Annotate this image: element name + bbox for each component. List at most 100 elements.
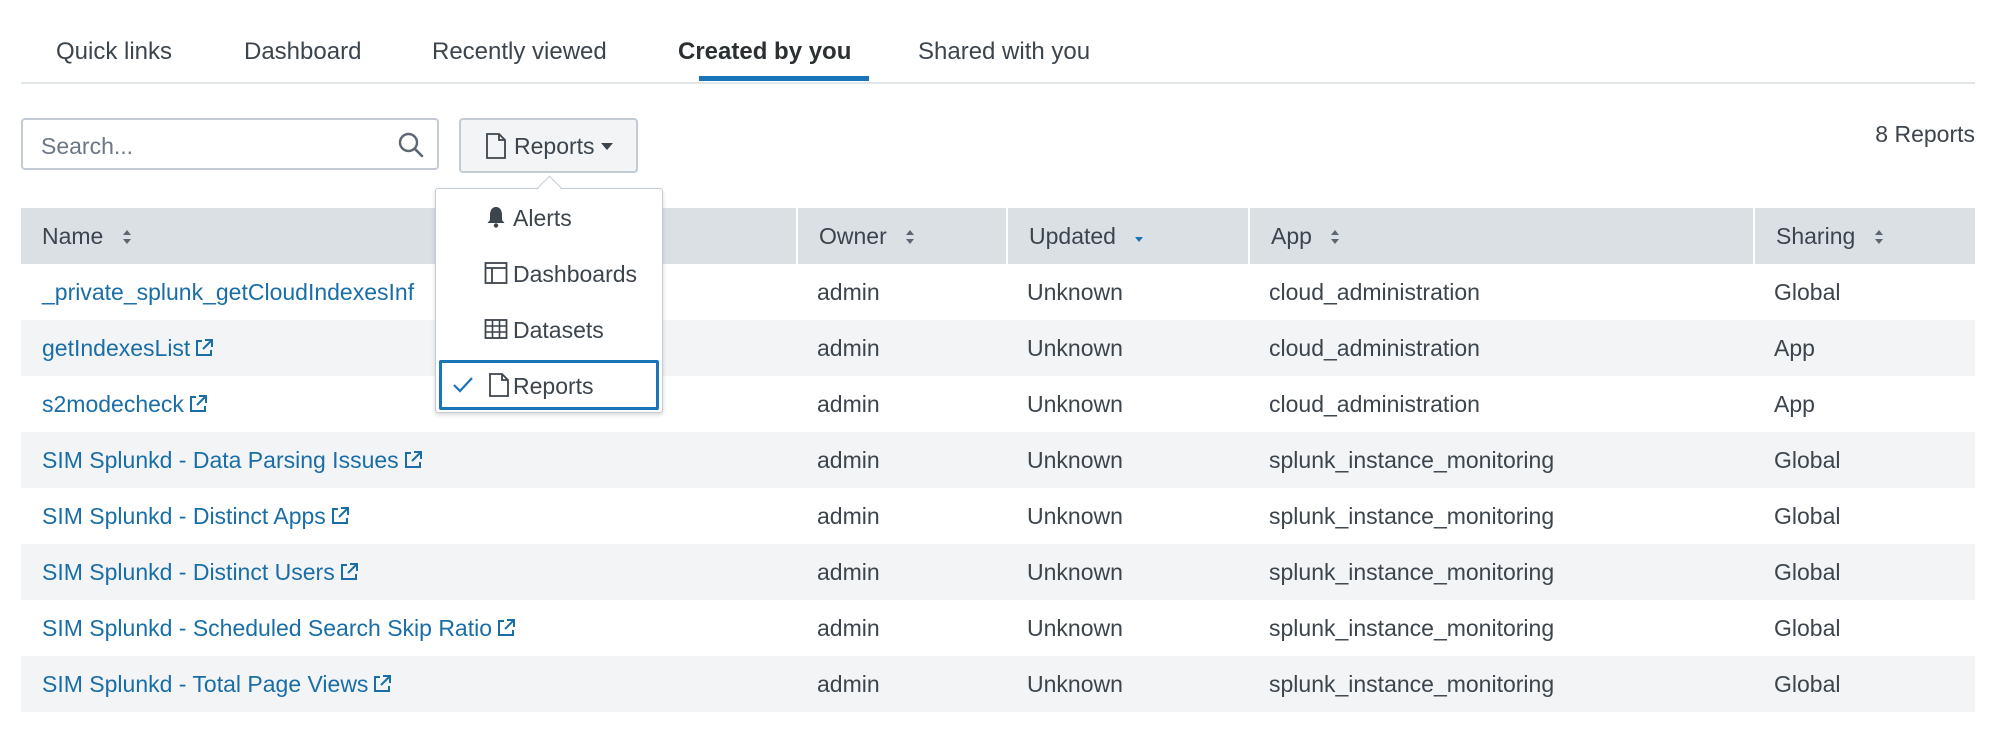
sharing-cell: Global xyxy=(1774,615,1841,641)
updated-cell: Unknown xyxy=(1027,335,1123,361)
sort-desc-icon xyxy=(1135,237,1144,242)
dropdown-item-label: Alerts xyxy=(513,205,572,231)
sharing-cell: App xyxy=(1774,391,1815,417)
report-link[interactable]: SIM Splunkd - Scheduled Search Skip Rati… xyxy=(42,615,492,641)
sort-icon xyxy=(1874,230,1883,244)
updated-cell: Unknown xyxy=(1027,447,1123,473)
owner-cell: admin xyxy=(817,559,880,585)
document-icon xyxy=(486,133,506,159)
tab-shared-with-you[interactable]: Shared with you xyxy=(918,38,1090,66)
column-header-label: Owner xyxy=(819,223,887,249)
app-cell: splunk_instance_monitoring xyxy=(1269,671,1555,697)
report-link[interactable]: s2modecheck xyxy=(42,391,184,417)
table-header: Name Owner Updated App Sharing xyxy=(21,208,1975,264)
report-link[interactable]: SIM Splunkd - Distinct Apps xyxy=(42,503,326,529)
sharing-cell: Global xyxy=(1774,279,1841,305)
dropdown-item-reports[interactable]: Reports xyxy=(439,360,659,410)
updated-cell: Unknown xyxy=(1027,391,1123,417)
owner-cell: admin xyxy=(817,503,880,529)
dropdown-item-alerts[interactable]: Alerts xyxy=(436,192,662,242)
table-row: SIM Splunkd - Data Parsing Issues admin … xyxy=(21,432,1975,488)
tab-bar: Quick links Dashboard Recently viewed Cr… xyxy=(21,0,1975,84)
app-cell: cloud_administration xyxy=(1269,279,1480,305)
owner-cell: admin xyxy=(817,615,880,641)
reports-table: Name Owner Updated App Sharing _private_… xyxy=(21,208,1975,712)
column-header-label: Sharing xyxy=(1776,223,1856,249)
sharing-cell: Global xyxy=(1774,503,1841,529)
dropdown-item-dashboards[interactable]: Dashboards xyxy=(436,248,662,298)
tab-recently-viewed[interactable]: Recently viewed xyxy=(432,38,607,66)
checkmark-icon xyxy=(453,377,473,393)
report-link[interactable]: getIndexesList xyxy=(42,335,190,361)
column-header-label: Updated xyxy=(1029,223,1116,249)
dropdown-item-label: Reports xyxy=(513,373,594,399)
table-row: SIM Splunkd - Distinct Users admin Unkno… xyxy=(21,544,1975,600)
external-link-icon[interactable] xyxy=(188,394,208,414)
column-header-sharing[interactable]: Sharing xyxy=(1753,208,1975,264)
search-box xyxy=(21,118,439,170)
updated-cell: Unknown xyxy=(1027,503,1123,529)
table-row: _private_splunk_getCloudIndexesInf admin… xyxy=(21,264,1975,320)
owner-cell: admin xyxy=(817,447,880,473)
external-link-icon[interactable] xyxy=(372,674,392,694)
external-link-icon[interactable] xyxy=(403,450,423,470)
active-tab-indicator xyxy=(699,76,869,81)
tab-dashboard[interactable]: Dashboard xyxy=(244,38,361,66)
report-link[interactable]: SIM Splunkd - Total Page Views xyxy=(42,671,368,697)
table-row: s2modecheck admin Unknown cloud_administ… xyxy=(21,376,1975,432)
updated-cell: Unknown xyxy=(1027,279,1123,305)
sharing-cell: Global xyxy=(1774,671,1841,697)
app-cell: splunk_instance_monitoring xyxy=(1269,503,1555,529)
document-icon xyxy=(489,373,509,397)
app-cell: splunk_instance_monitoring xyxy=(1269,615,1555,641)
report-link[interactable]: SIM Splunkd - Data Parsing Issues xyxy=(42,447,399,473)
type-filter-label: Reports xyxy=(514,133,595,159)
sort-icon xyxy=(122,230,131,244)
table-row: getIndexesList admin Unknown cloud_admin… xyxy=(21,320,1975,376)
app-cell: splunk_instance_monitoring xyxy=(1269,447,1555,473)
table-row: SIM Splunkd - Distinct Apps admin Unknow… xyxy=(21,488,1975,544)
column-header-app[interactable]: App xyxy=(1248,208,1753,264)
table-row: SIM Splunkd - Total Page Views admin Unk… xyxy=(21,656,1975,712)
dropdown-item-label: Datasets xyxy=(513,317,604,343)
external-link-icon[interactable] xyxy=(339,562,359,582)
dropdown-item-label: Dashboards xyxy=(513,261,638,287)
external-link-icon[interactable] xyxy=(496,618,516,638)
tab-created-by-you[interactable]: Created by you xyxy=(678,38,851,66)
updated-cell: Unknown xyxy=(1027,559,1123,585)
column-header-label: Name xyxy=(42,223,104,249)
sharing-cell: Global xyxy=(1774,559,1841,585)
report-link[interactable]: _private_splunk_getCloudIndexesInf xyxy=(42,279,414,305)
report-link[interactable]: SIM Splunkd - Distinct Users xyxy=(42,559,335,585)
column-header-label: App xyxy=(1271,223,1312,249)
owner-cell: admin xyxy=(817,279,880,305)
type-filter-button[interactable]: Reports xyxy=(459,118,638,173)
search-input[interactable] xyxy=(39,130,383,162)
updated-cell: Unknown xyxy=(1027,615,1123,641)
sort-icon xyxy=(1331,230,1340,244)
bell-icon xyxy=(487,207,505,228)
app-cell: cloud_administration xyxy=(1269,391,1480,417)
sort-icon xyxy=(906,230,915,244)
updated-cell: Unknown xyxy=(1027,671,1123,697)
sharing-cell: Global xyxy=(1774,447,1841,473)
search-icon[interactable] xyxy=(397,131,425,159)
owner-cell: admin xyxy=(817,335,880,361)
dropdown-item-datasets[interactable]: Datasets xyxy=(436,304,662,354)
table-row: SIM Splunkd - Scheduled Search Skip Rati… xyxy=(21,600,1975,656)
result-count: 8 Reports xyxy=(1875,121,1975,147)
owner-cell: admin xyxy=(817,391,880,417)
app-cell: cloud_administration xyxy=(1269,335,1480,361)
column-header-owner[interactable]: Owner xyxy=(796,208,1006,264)
column-header-name[interactable]: Name xyxy=(21,208,796,264)
sharing-cell: App xyxy=(1774,335,1815,361)
column-header-updated[interactable]: Updated xyxy=(1006,208,1248,264)
type-filter-dropdown: Alerts Dashboards Datasets Reports xyxy=(435,175,663,413)
external-link-icon[interactable] xyxy=(330,506,350,526)
dashboard-icon xyxy=(484,262,508,284)
external-link-icon[interactable] xyxy=(194,338,214,358)
caret-down-icon xyxy=(601,143,613,150)
tab-quick-links[interactable]: Quick links xyxy=(56,38,172,66)
app-cell: splunk_instance_monitoring xyxy=(1269,559,1555,585)
table-icon xyxy=(484,319,508,339)
